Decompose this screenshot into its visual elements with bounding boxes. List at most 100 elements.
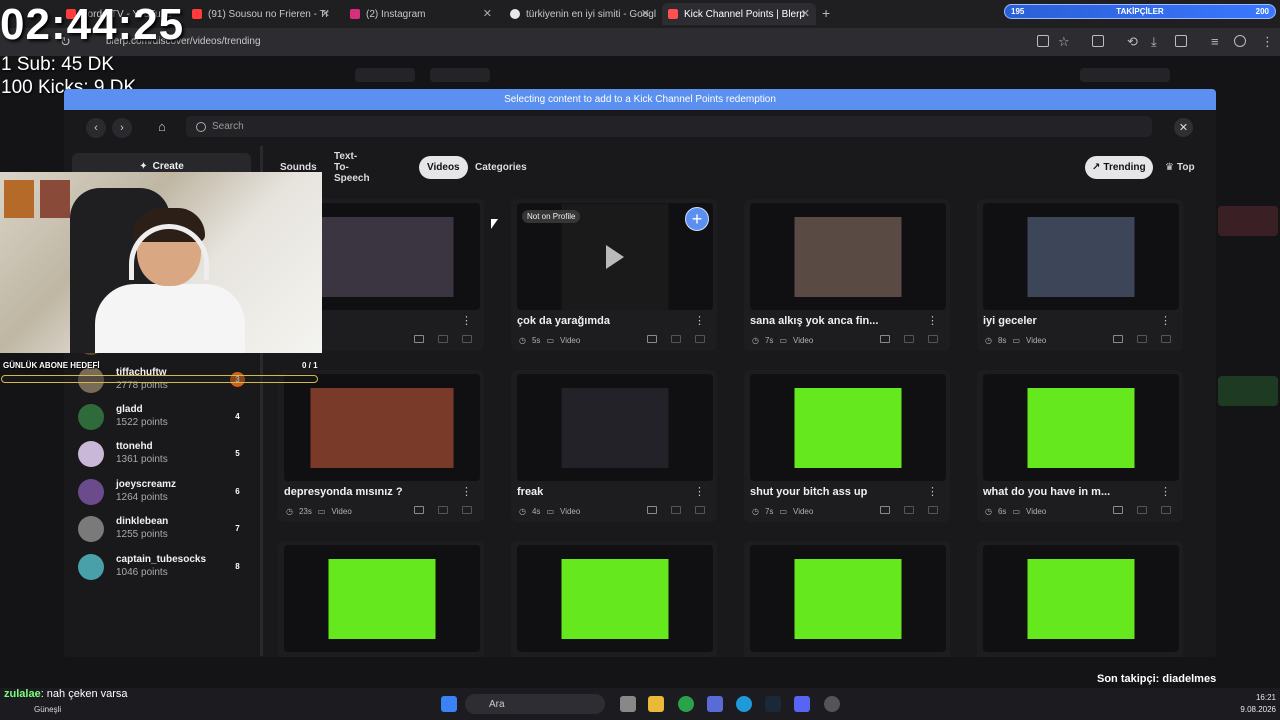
file-explorer-icon[interactable] [648, 696, 664, 712]
play-icon[interactable] [606, 244, 624, 269]
leaderboard-item[interactable]: ttonehd 1361 points 5 [76, 437, 252, 471]
more-options-icon[interactable]: ⋮ [1160, 485, 1171, 498]
bookmark-star-icon[interactable]: ☆ [1058, 34, 1070, 50]
video-card[interactable] [511, 541, 717, 657]
steam-icon[interactable] [765, 696, 781, 712]
browser-tab[interactable]: (2) Instagram ✕ [344, 3, 498, 25]
translate-icon[interactable] [1175, 35, 1187, 47]
video-thumbnail[interactable] [983, 203, 1179, 310]
video-thumbnail[interactable] [750, 203, 946, 310]
home-icon[interactable]: ⌂ [158, 119, 174, 135]
pip-icon[interactable] [904, 506, 914, 514]
edge-icon[interactable] [736, 696, 752, 712]
leaderboard-item[interactable]: captain_tubesocks 1046 points 8 [76, 550, 252, 584]
video-card[interactable]: what do you have in m... ⋮ ◷ 6s ▭ Video [977, 370, 1183, 522]
discord-icon[interactable] [794, 696, 810, 712]
close-modal-button[interactable]: ✕ [1174, 118, 1193, 137]
chrome-icon[interactable] [678, 696, 694, 712]
browser-tab-active[interactable]: Kick Channel Points | Blerp ✕ [662, 3, 816, 25]
video-title[interactable]: iyi geceler [983, 315, 1037, 327]
pip-icon[interactable] [904, 335, 914, 343]
video-card[interactable] [977, 541, 1183, 657]
pip-icon[interactable] [438, 506, 448, 514]
pip-icon[interactable] [671, 506, 681, 514]
back-button[interactable]: ‹ [86, 118, 106, 138]
fullscreen-icon[interactable] [1161, 335, 1171, 343]
fullscreen-icon[interactable] [928, 506, 938, 514]
more-options-icon[interactable]: ⋮ [461, 314, 472, 327]
menu-icon[interactable]: ⋮ [1261, 34, 1274, 50]
layout-icon[interactable] [414, 335, 424, 343]
sort-top[interactable]: ♛ Top [1158, 156, 1202, 179]
video-thumbnail[interactable] [517, 545, 713, 652]
add-button[interactable]: + [685, 207, 709, 231]
fullscreen-icon[interactable] [1161, 506, 1171, 514]
forward-button[interactable]: › [112, 118, 132, 138]
video-title[interactable]: sana alkış yok anca fin... [750, 315, 878, 327]
close-tab-icon[interactable]: ✕ [483, 7, 492, 20]
leaderboard-item[interactable]: gladd 1522 points 4 [76, 400, 252, 434]
task-view-icon[interactable] [620, 696, 636, 712]
layout-icon[interactable] [647, 506, 657, 514]
fullscreen-icon[interactable] [695, 335, 705, 343]
more-options-icon[interactable]: ⋮ [927, 314, 938, 327]
layout-icon[interactable] [1113, 335, 1123, 343]
fullscreen-icon[interactable] [695, 506, 705, 514]
fullscreen-icon[interactable] [928, 335, 938, 343]
video-thumbnail[interactable] [284, 374, 480, 481]
video-title[interactable]: depresyonda mısınız ? [284, 486, 403, 498]
layout-icon[interactable] [414, 506, 424, 514]
video-thumbnail[interactable] [750, 545, 946, 652]
video-title[interactable]: what do you have in m... [983, 486, 1110, 498]
video-title[interactable]: shut your bitch ass up [750, 486, 867, 498]
video-thumbnail[interactable] [284, 545, 480, 652]
windows-start-icon[interactable] [441, 696, 457, 712]
media-icon[interactable]: ≡ [1211, 34, 1219, 49]
history-icon[interactable]: ⟲ [1127, 34, 1138, 50]
browser-tab[interactable]: (91) Sousou no Frieren - Tr ✕ [186, 3, 336, 25]
pip-icon[interactable] [438, 335, 448, 343]
video-card[interactable]: sana alkış yok anca fin... ⋮ ◷ 7s ▭ Video [744, 199, 950, 351]
close-tab-icon[interactable]: ✕ [801, 7, 810, 20]
pip-icon[interactable] [1137, 506, 1147, 514]
video-thumbnail[interactable] [983, 545, 1179, 652]
layout-icon[interactable] [1113, 506, 1123, 514]
cast-icon[interactable] [1037, 35, 1049, 47]
filter-categories[interactable]: Categories [467, 156, 535, 179]
layout-icon[interactable] [880, 506, 890, 514]
new-tab-icon[interactable]: + [822, 5, 830, 21]
video-thumbnail[interactable] [983, 374, 1179, 481]
video-title[interactable]: çok da yarağımda [517, 315, 610, 327]
video-card[interactable]: shut your bitch ass up ⋮ ◷ 7s ▭ Video [744, 370, 950, 522]
video-card[interactable]: freak ⋮ ◷ 4s ▭ Video [511, 370, 717, 522]
more-options-icon[interactable]: ⋮ [927, 485, 938, 498]
pip-icon[interactable] [1137, 335, 1147, 343]
more-options-icon[interactable]: ⋮ [694, 314, 705, 327]
fullscreen-icon[interactable] [462, 335, 472, 343]
layout-icon[interactable] [880, 335, 890, 343]
taskbar-search[interactable]: Ara [465, 694, 605, 714]
pip-icon[interactable] [671, 335, 681, 343]
extensions-icon[interactable] [1092, 35, 1104, 47]
download-icon[interactable]: ⤓ [1151, 34, 1157, 50]
more-options-icon[interactable]: ⋮ [461, 485, 472, 498]
more-options-icon[interactable]: ⋮ [694, 485, 705, 498]
video-card[interactable]: iyi geceler ⋮ ◷ 8s ▭ Video [977, 199, 1183, 351]
close-tab-icon[interactable]: ✕ [641, 7, 650, 20]
video-title[interactable]: freak [517, 486, 543, 498]
store-icon[interactable] [707, 696, 723, 712]
filter-videos[interactable]: Videos [419, 156, 468, 179]
video-card[interactable]: Not on Profile + çok da yarağımda ⋮ ◷ 5s ▭ Vide… [511, 199, 717, 351]
leaderboard-item[interactable]: dinklebean 1255 points 7 [76, 512, 252, 546]
close-tab-icon[interactable]: ✕ [321, 7, 330, 20]
profile-icon[interactable] [1234, 35, 1246, 47]
browser-tab[interactable]: türkiyenin en iyi simiti - Google ✕ [504, 3, 656, 25]
video-thumbnail[interactable]: Not on Profile + [517, 203, 713, 310]
search-input[interactable]: Search [186, 116, 1152, 137]
more-options-icon[interactable]: ⋮ [1160, 314, 1171, 327]
video-thumbnail[interactable] [517, 374, 713, 481]
layout-icon[interactable] [647, 335, 657, 343]
filter-tts[interactable]: Text-To-Speech [326, 151, 378, 184]
sort-trending[interactable]: ↗ Trending [1085, 156, 1153, 179]
leaderboard-item[interactable]: joeyscreamz 1264 points 6 [76, 475, 252, 509]
